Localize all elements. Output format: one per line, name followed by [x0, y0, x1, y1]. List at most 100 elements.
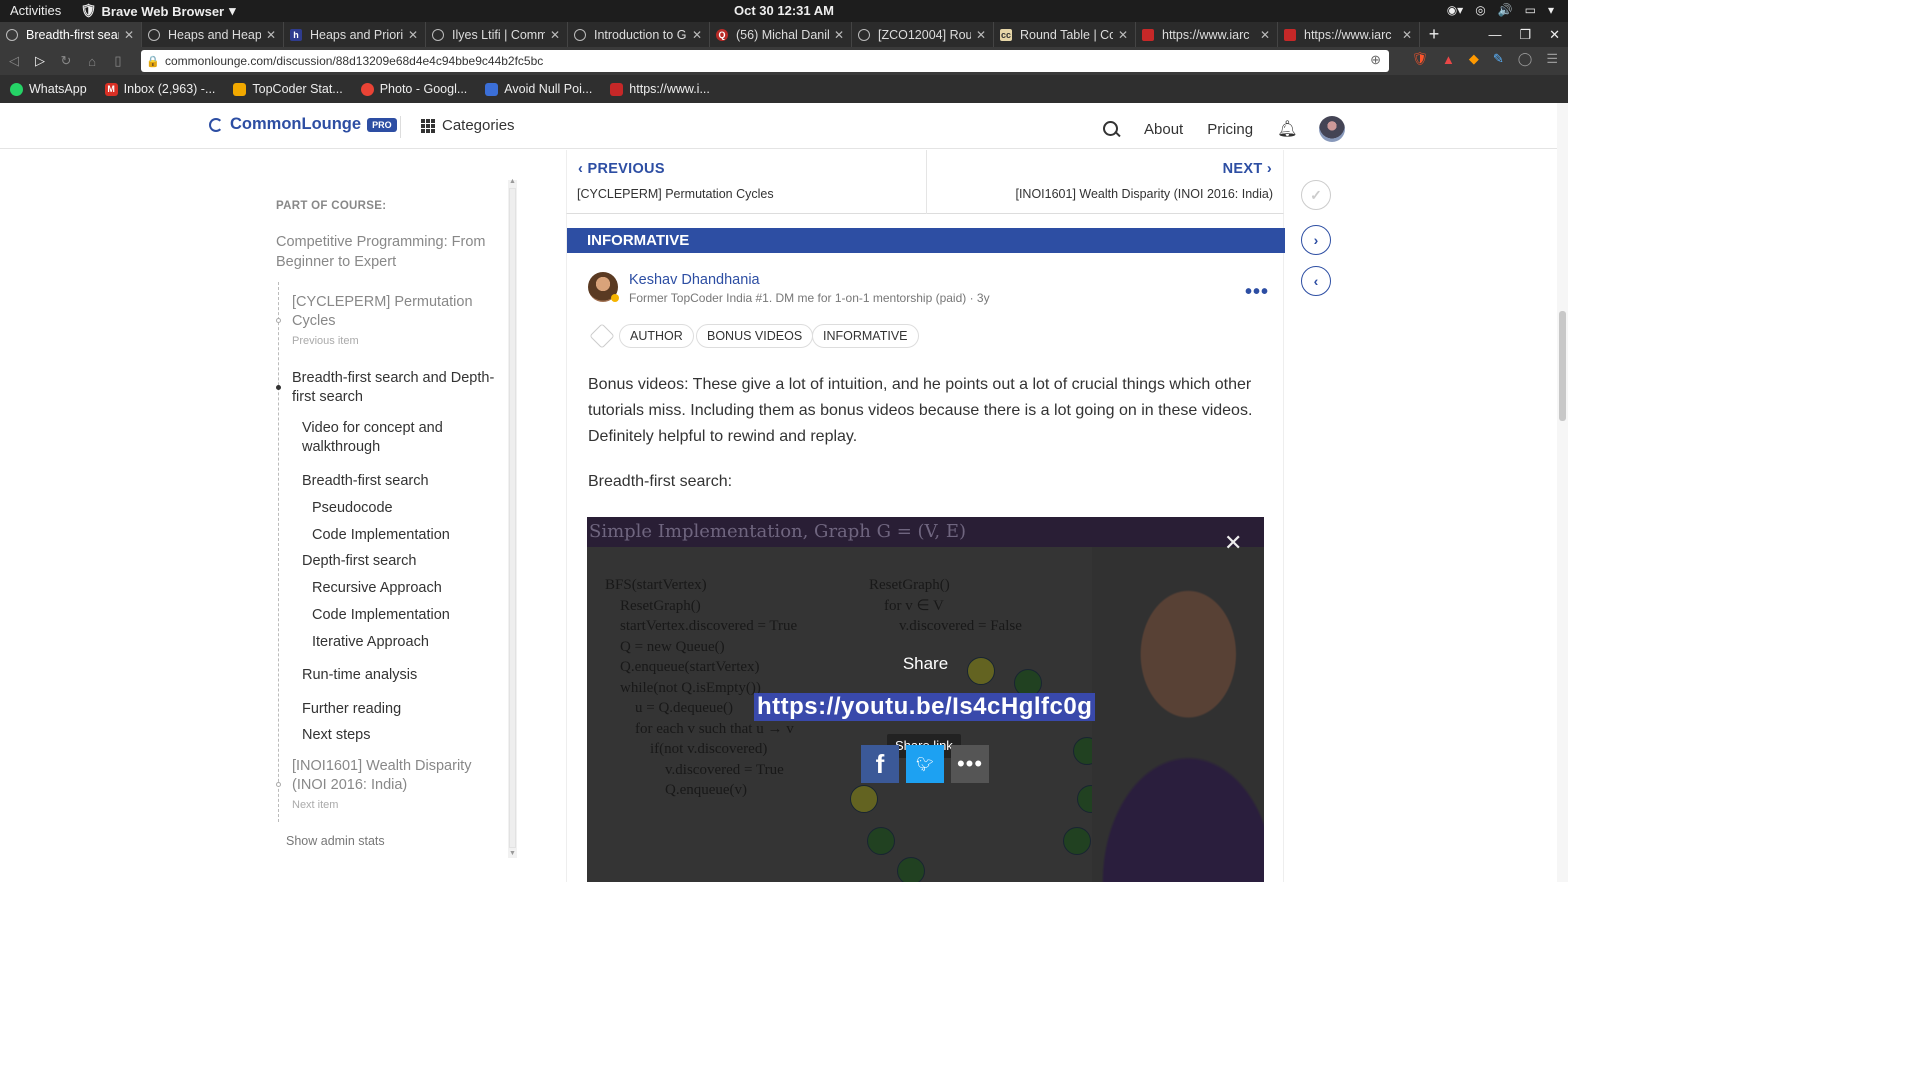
forward-icon[interactable]: ▷	[28, 53, 52, 69]
current-item-title[interactable]: Breadth-first search and Depth-first sea…	[292, 369, 497, 407]
page-scrollbar[interactable]	[1557, 103, 1568, 882]
outline-item[interactable]: Further reading	[302, 700, 401, 719]
close-icon[interactable]: ✕	[549, 28, 561, 42]
next-title[interactable]: [INOI1601] Wealth Disparity (INOI 2016: …	[1015, 187, 1273, 201]
pricing-link[interactable]: Pricing	[1207, 121, 1253, 138]
close-icon[interactable]: ✕	[1117, 28, 1129, 42]
more-options-icon[interactable]: •••	[1245, 281, 1269, 304]
show-admin-stats-link[interactable]: Show admin stats	[286, 834, 385, 848]
browser-tab[interactable]: [ZCO12004] Roun ✕	[852, 22, 994, 47]
previous-link[interactable]: ‹ PREVIOUS	[578, 161, 665, 177]
previous-item-link[interactable]: [CYCLEPERM] Permutation Cycles	[292, 293, 492, 331]
commonlounge-logo[interactable]: CommonLounge PRO	[209, 115, 397, 134]
mark-complete-button[interactable]: ✓	[1301, 180, 1331, 210]
minimize-icon[interactable]: —	[1488, 27, 1501, 42]
scrollbar-thumb[interactable]	[1559, 311, 1566, 421]
brave-shield-icon[interactable]: 🛡	[1411, 51, 1428, 67]
browser-tab[interactable]: Breadth-first search ✕	[0, 22, 142, 47]
outline-item[interactable]: Recursive Approach	[312, 579, 442, 598]
close-icon[interactable]: ✕	[1401, 28, 1413, 42]
browser-tab[interactable]: Q (56) Michal Danila ✕	[710, 22, 852, 47]
close-icon[interactable]: ✕	[1224, 530, 1242, 556]
close-icon[interactable]: ✕	[407, 28, 419, 42]
reload-icon[interactable]: ↻	[54, 53, 78, 69]
lock-icon[interactable]: 🔒	[141, 55, 165, 68]
bell-icon[interactable]: 🔔︎	[1277, 119, 1297, 139]
tag-informative[interactable]: INFORMATIVE	[812, 324, 919, 348]
bookmark-google-photos[interactable]: Photo - Googl...	[360, 82, 467, 96]
sidebar-scrollbar[interactable]	[508, 180, 517, 858]
google-photos-icon	[360, 82, 374, 96]
facebook-share-button[interactable]: f	[861, 745, 899, 783]
close-icon[interactable]: ✕	[265, 28, 277, 42]
scrollbar-thumb[interactable]	[509, 188, 516, 848]
share-link-text[interactable]: https://youtu.be/Is4cHglfc0g	[754, 693, 1096, 721]
outline-item[interactable]: Depth-first search	[302, 552, 416, 571]
new-tab-button[interactable]: +	[1420, 24, 1448, 45]
tag-author[interactable]: AUTHOR	[619, 324, 694, 348]
browser-tab[interactable]: Heaps and Heaps ✕	[142, 22, 284, 47]
profile-icon[interactable]: ◯	[1518, 51, 1533, 67]
close-icon[interactable]: ✕	[691, 28, 703, 42]
twitter-share-button[interactable]: 🐦︎	[906, 745, 944, 783]
outline-item[interactable]: Iterative Approach	[312, 633, 429, 652]
outline-item[interactable]: Code Implementation	[312, 606, 450, 625]
address-bar[interactable]: 🔒 commonlounge.com/discussion/88d13209e6…	[141, 50, 1389, 72]
next-circle-button[interactable]: ›	[1301, 225, 1331, 255]
bookmark-iarcs[interactable]: https://www.i...	[610, 82, 710, 96]
app-name: Brave Web Browser	[101, 3, 225, 19]
app-menu[interactable]: 🛡 Brave Web Browser ▾	[80, 3, 236, 19]
categories-button[interactable]: Categories	[421, 117, 515, 134]
more-share-button[interactable]: •••	[951, 745, 989, 783]
next-item-link[interactable]: [INOI1601] Wealth Disparity (INOI 2016: …	[292, 757, 492, 795]
bookmark-gmail[interactable]: M Inbox (2,963) -...	[104, 82, 215, 96]
url-text[interactable]: commonlounge.com/discussion/88d13209e68d…	[165, 54, 543, 68]
youtube-video-embed[interactable]: Simple Implementation, Graph G = (V, E) …	[587, 517, 1264, 882]
zoom-icon[interactable]: ⊕	[1370, 52, 1381, 68]
avatar[interactable]	[1319, 116, 1346, 142]
home-icon[interactable]: ⌂	[80, 54, 104, 69]
system-tray[interactable]: ◉▾ ◎ 🔊 ▭ ▾	[1447, 3, 1554, 17]
outline-item[interactable]: Run-time analysis	[302, 666, 417, 685]
about-link[interactable]: About	[1144, 121, 1183, 138]
menu-icon[interactable]: ☰	[1546, 51, 1558, 67]
outline-item[interactable]: Code Implementation	[312, 526, 450, 545]
outline-item[interactable]: Next steps	[302, 726, 371, 745]
activities-button[interactable]: Activities	[10, 3, 61, 18]
close-icon[interactable]: ✕	[833, 28, 845, 42]
scroll-down-icon[interactable]: ▼	[509, 850, 516, 857]
close-icon[interactable]: ✕	[1259, 28, 1271, 42]
browser-tab[interactable]: Ilyes Ltifi | Comm ✕	[426, 22, 568, 47]
author-name-link[interactable]: Keshav Dhandhania	[629, 272, 760, 288]
search-icon[interactable]	[1102, 120, 1120, 138]
tag-bonus-videos[interactable]: BONUS VIDEOS	[696, 324, 814, 348]
bookmark-whatsapp[interactable]: WhatsApp	[10, 82, 87, 96]
browser-tab[interactable]: https://www.iarc ✕	[1278, 22, 1420, 47]
bookmark-avoid-null[interactable]: Avoid Null Poi...	[485, 82, 592, 96]
previous-title[interactable]: [CYCLEPERM] Permutation Cycles	[577, 187, 774, 201]
maximize-icon[interactable]: ❐	[1519, 27, 1531, 43]
pen-icon[interactable]: ✎	[1493, 51, 1504, 67]
close-icon[interactable]: ✕	[123, 28, 135, 42]
browser-tab[interactable]: Introduction to G ✕	[568, 22, 710, 47]
outline-item[interactable]: Video for concept and walkthrough	[302, 419, 482, 457]
scroll-up-icon[interactable]: ▲	[509, 178, 516, 185]
browser-tab[interactable]: https://www.iarc ✕	[1136, 22, 1278, 47]
browser-tab[interactable]: h Heaps and Priority ✕	[284, 22, 426, 47]
outline-item[interactable]: Breadth-first search	[302, 472, 429, 491]
back-icon[interactable]: ◁	[2, 53, 26, 69]
close-window-icon[interactable]: ✕	[1549, 27, 1560, 43]
divider	[926, 150, 927, 214]
tab-title: Heaps and Priority	[310, 27, 403, 42]
browser-tab[interactable]: cc Round Table | Co ✕	[994, 22, 1136, 47]
outline-item[interactable]: Pseudocode	[312, 499, 393, 518]
brave-rewards-icon[interactable]: ▲	[1442, 52, 1455, 67]
extension-icon[interactable]: ◆	[1469, 51, 1479, 67]
next-link[interactable]: NEXT ›	[1223, 161, 1272, 177]
previous-circle-button[interactable]: ‹	[1301, 266, 1331, 296]
bookmark-topcoder[interactable]: TopCoder Stat...	[233, 82, 343, 96]
outline-dot	[276, 318, 281, 323]
course-title-link[interactable]: Competitive Programming: From Beginner t…	[276, 232, 496, 272]
bookmark-icon[interactable]: ▯	[106, 53, 130, 69]
close-icon[interactable]: ✕	[975, 28, 987, 42]
